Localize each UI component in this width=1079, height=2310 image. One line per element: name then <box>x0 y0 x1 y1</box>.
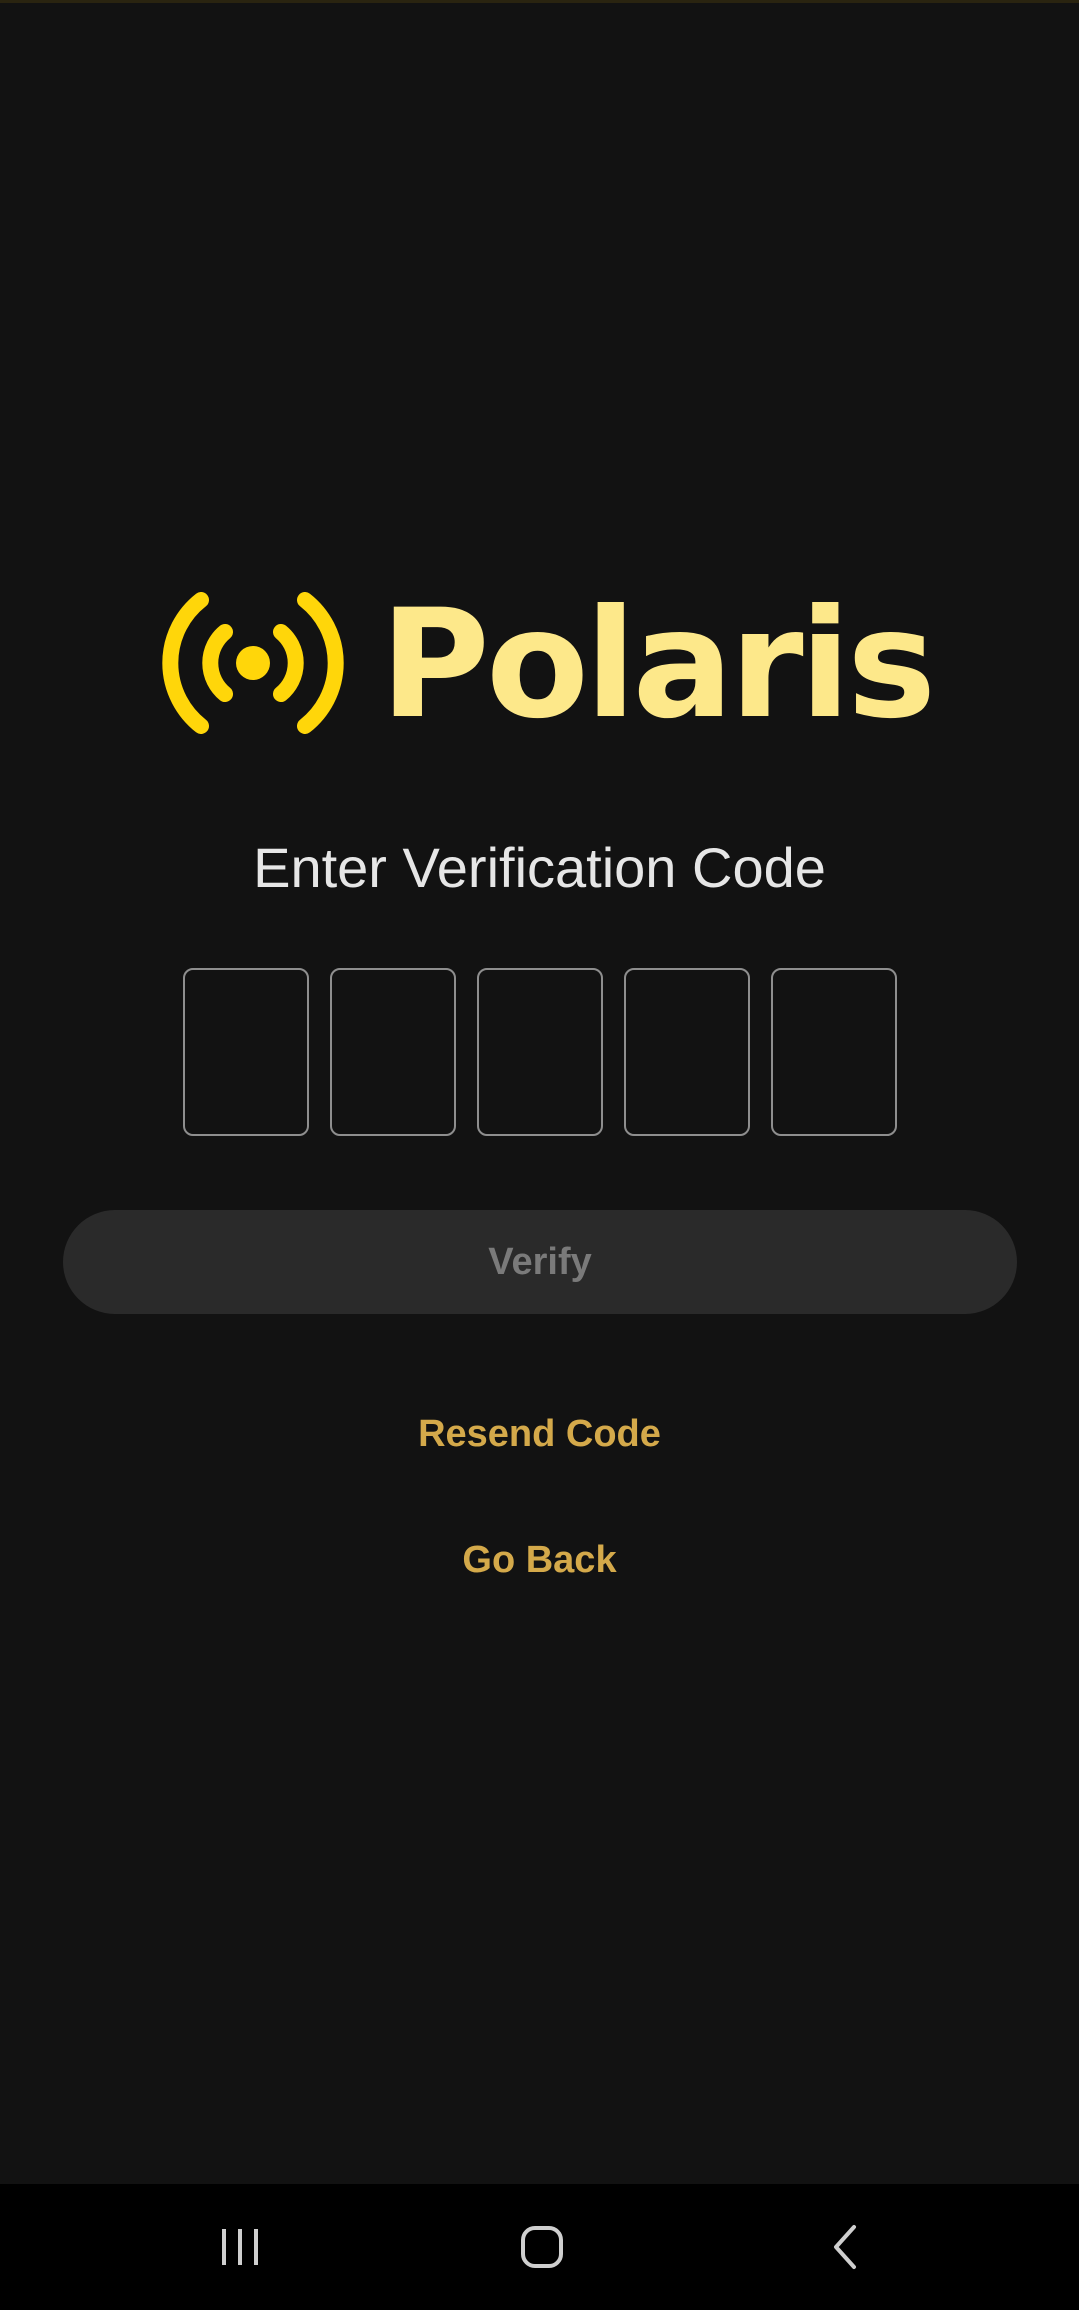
verify-button[interactable]: Verify <box>63 1210 1017 1314</box>
code-digit-input-1[interactable] <box>183 968 309 1136</box>
recents-icon <box>222 2229 258 2265</box>
code-digit-input-3[interactable] <box>477 968 603 1136</box>
code-digit-input-5[interactable] <box>771 968 897 1136</box>
back-button[interactable] <box>765 2184 925 2310</box>
go-back-link[interactable]: Go Back <box>0 1530 1079 1590</box>
page-title: Enter Verification Code <box>253 836 826 899</box>
code-digit-input-2[interactable] <box>330 968 456 1136</box>
resend-code-link[interactable]: Resend Code <box>0 1404 1079 1464</box>
home-icon <box>521 2226 563 2268</box>
system-navigation-bar <box>0 2184 1079 2310</box>
brand-logo: Polaris <box>155 578 936 752</box>
recents-button[interactable] <box>160 2184 320 2310</box>
home-button[interactable] <box>462 2184 622 2310</box>
status-bar-edge <box>0 0 1079 3</box>
broadcast-signal-icon <box>162 592 344 734</box>
verification-code-inputs <box>183 968 897 1136</box>
brand-name: Polaris <box>380 578 936 752</box>
back-icon <box>834 2225 856 2269</box>
code-digit-input-4[interactable] <box>624 968 750 1136</box>
